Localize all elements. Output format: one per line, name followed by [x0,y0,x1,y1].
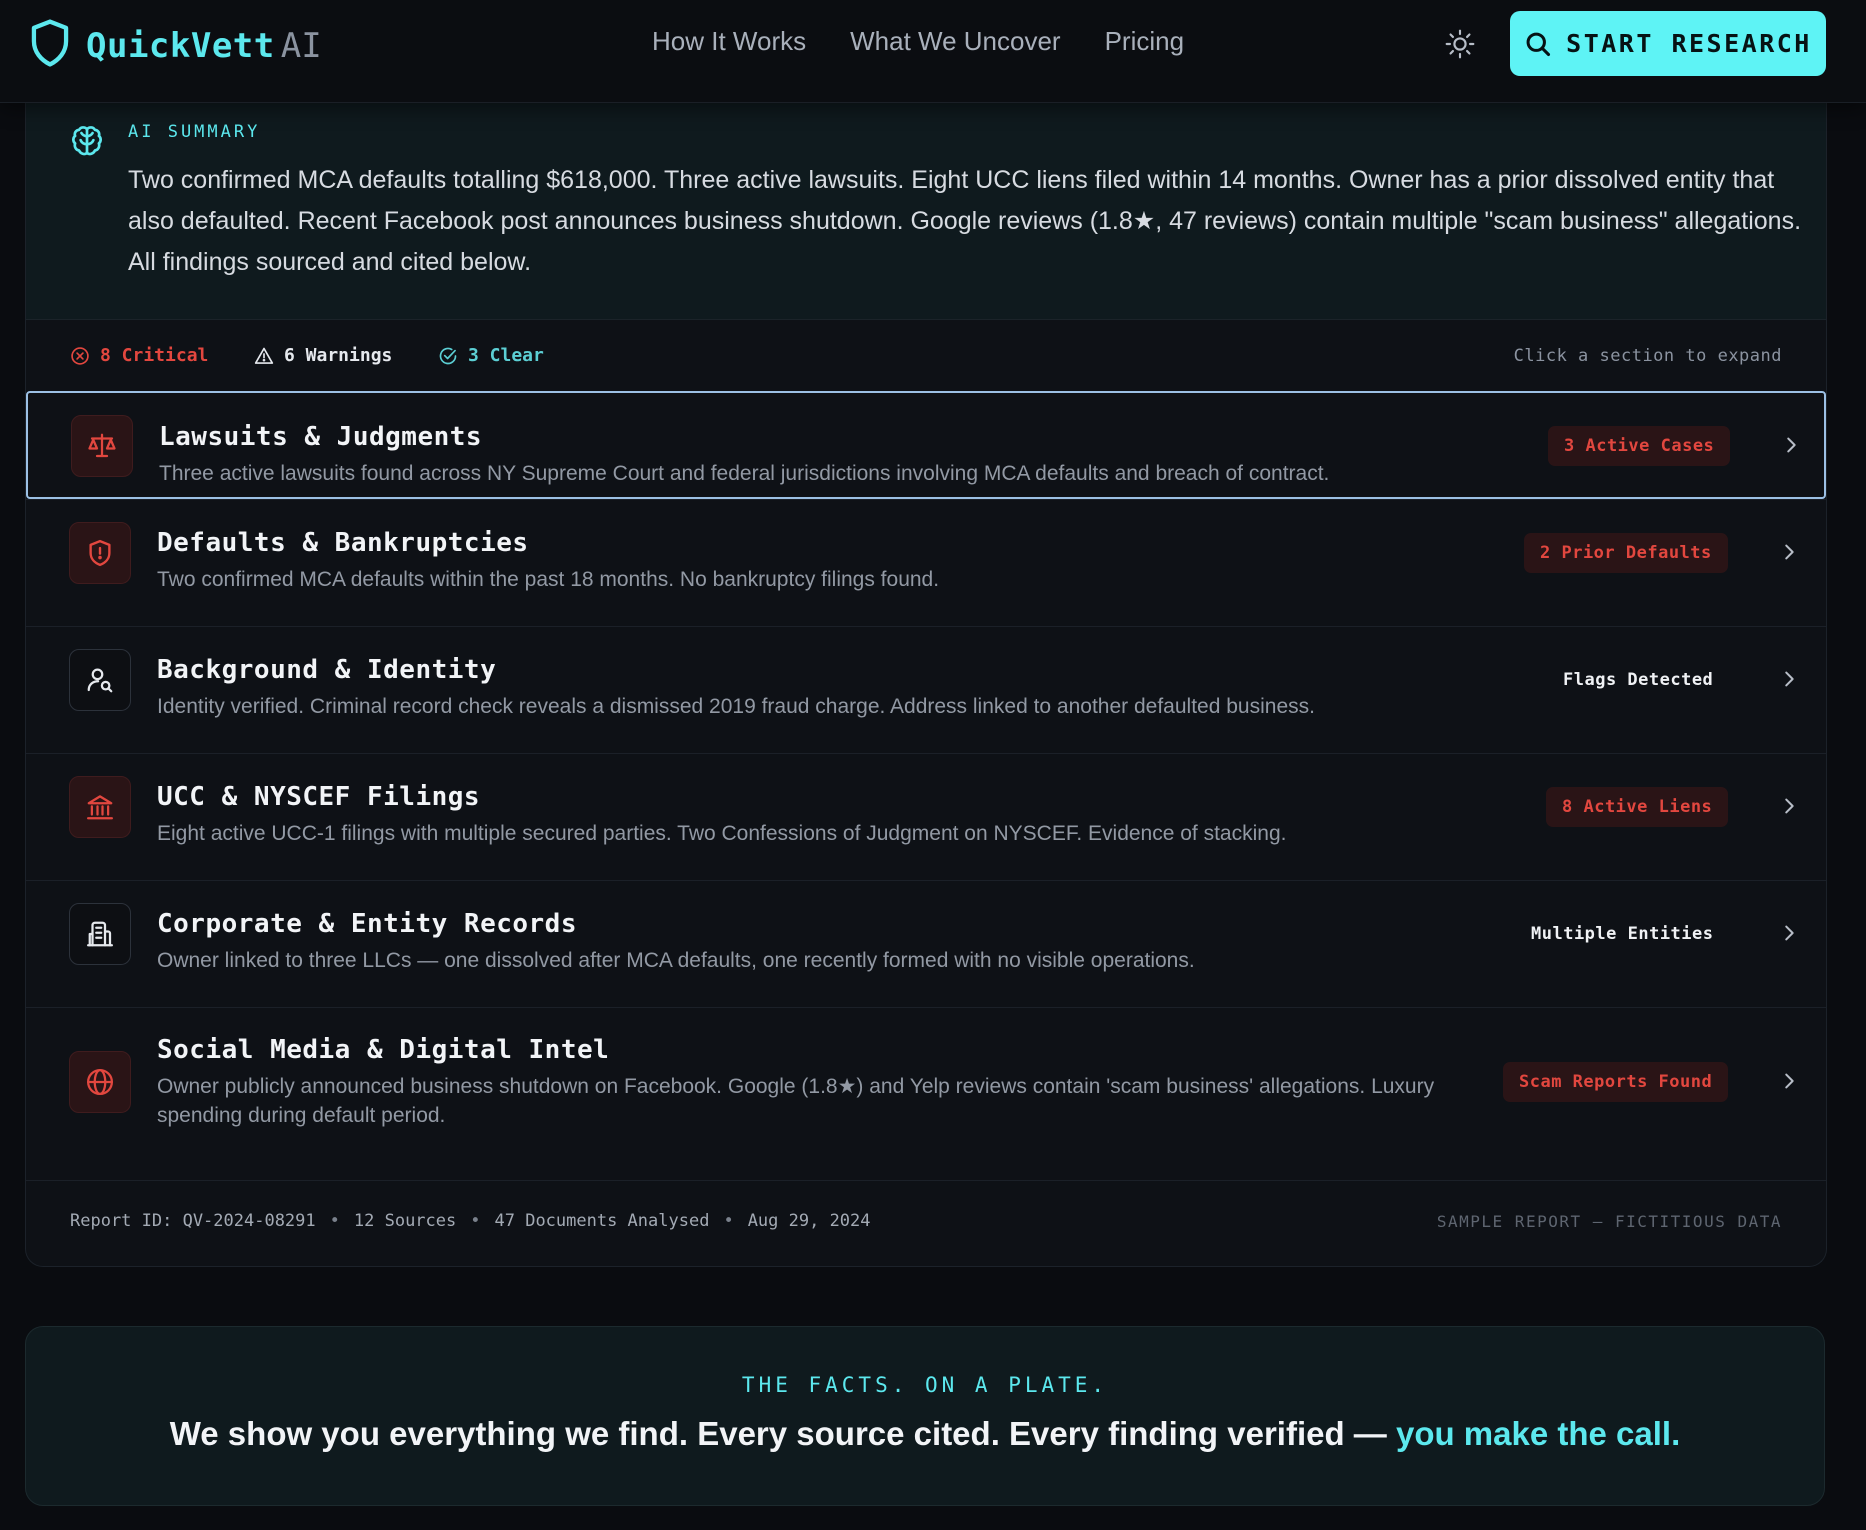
section-description: Two confirmed MCA defaults within the pa… [157,568,940,591]
scales-icon [88,433,116,458]
sources-count: 12 Sources [353,1211,457,1231]
chevron-right-icon [1785,671,1794,687]
section-icon-box [69,776,131,838]
section-badge: 8 Active Liens [1546,787,1729,827]
section-title: Social Media & Digital Intel [157,1035,610,1065]
chevron-right-icon [1787,437,1796,453]
building-icon [87,921,113,947]
section-icon-box [69,522,131,584]
clear-count[interactable]: 3 Clear [438,345,544,366]
chevron-right-icon [1785,1073,1794,1089]
section-title: UCC & NYSCEF Filings [157,782,481,812]
report-id: Report ID: QV-2024-08291 [70,1211,316,1231]
chevron-right-icon [1785,925,1794,941]
report-meta: Report ID: QV-2024-08291 • 12 Sources • … [70,1211,871,1231]
ai-summary: AI SUMMARY Two confirmed MCA defaults to… [26,102,1826,320]
brain-icon [72,126,102,156]
meta-separator: • [723,1211,734,1231]
section-lawsuits-judgments[interactable]: Lawsuits & Judgments Three active lawsui… [26,391,1826,499]
section-icon-box [69,1051,131,1113]
nav-how-it-works[interactable]: How It Works [652,26,806,57]
section-description: Owner linked to three LLCs — one dissolv… [157,949,1195,972]
section-icon-box [69,903,131,965]
nav-pricing[interactable]: Pricing [1105,26,1184,57]
section-icon-box [71,415,133,477]
section-description: Three active lawsuits found across NY Su… [159,462,1330,485]
search-icon [1526,32,1551,56]
findings-status-bar: 8 Critical 6 Warnings 3 Clear Click a se… [26,319,1826,391]
brand-logo[interactable]: QuickVett AI [28,18,322,73]
start-research-label: START RESEARCH [1566,29,1812,58]
facts-text: We show you everything we find. Every so… [169,1415,1396,1452]
bank-icon [87,795,113,820]
shield-icon [28,18,72,73]
expand-hint: Click a section to expand [1513,346,1782,366]
documents-count: 47 Documents Analysed [494,1211,710,1231]
section-title: Lawsuits & Judgments [159,422,483,452]
meta-separator: • [329,1211,340,1231]
sample-disclaimer: SAMPLE REPORT — FICTITIOUS DATA [1436,1212,1782,1231]
theme-toggle-button[interactable] [1444,28,1476,60]
section-badge: Flags Detected [1563,670,1714,690]
warning-triangle-icon [254,347,274,364]
brand-suffix: AI [280,25,322,66]
sun-icon [1445,29,1475,59]
ai-summary-text: Two confirmed MCA defaults totalling $61… [128,166,1802,276]
main-nav: How It Works What We Uncover Pricing [652,26,1184,57]
report-card: AI SUMMARY Two confirmed MCA defaults to… [25,102,1827,1267]
section-badge: 3 Active Cases [1548,426,1731,466]
warnings-count[interactable]: 6 Warnings [254,345,392,366]
section-icon-box [69,649,131,711]
shield-alert-icon [89,539,111,567]
globe-icon [87,1069,113,1095]
facts-accent: you make the call. [1395,1415,1681,1452]
ai-summary-label: AI SUMMARY [128,122,261,142]
section-badge: Multiple Entities [1531,924,1714,944]
x-circle-icon [71,346,89,365]
section-social-media-digital-intel[interactable]: Social Media & Digital Intel Owner publi… [26,1007,1826,1163]
section-title: Background & Identity [157,655,497,685]
section-badge: Scam Reports Found [1503,1062,1729,1102]
critical-count-label: 8 Critical [100,345,209,366]
section-background-identity[interactable]: Background & Identity Identity verified.… [26,626,1826,754]
facts-banner: THE FACTS. ON A PLATE. We show you every… [25,1326,1825,1506]
section-title: Defaults & Bankruptcies [157,528,529,558]
critical-count[interactable]: 8 Critical [70,345,208,366]
report-date: Aug 29, 2024 [747,1211,871,1231]
facts-statement: We show you everything we find. Every so… [26,1415,1824,1453]
section-defaults-bankruptcies[interactable]: Defaults & Bankruptcies Two confirmed MC… [26,499,1826,627]
section-description: Identity verified. Criminal record check… [157,695,1315,718]
section-badge: 2 Prior Defaults [1524,533,1728,573]
chevron-right-icon [1785,798,1794,814]
facts-label: THE FACTS. ON A PLATE. [741,1373,1109,1397]
warnings-count-label: 6 Warnings [284,345,393,366]
section-description: Eight active UCC-1 filings with multiple… [157,822,1287,845]
section-ucc-nyscef-filings[interactable]: UCC & NYSCEF Filings Eight active UCC-1 … [26,753,1826,881]
top-navbar: QuickVett AI How It Works What We Uncove… [0,0,1866,103]
brand-name: QuickVett [86,25,275,66]
chevron-right-icon [1785,544,1794,560]
report-footer: Report ID: QV-2024-08291 • 12 Sources • … [26,1180,1826,1267]
nav-what-we-uncover[interactable]: What We Uncover [850,26,1060,57]
check-circle-icon [439,347,457,364]
clear-count-label: 3 Clear [468,345,544,366]
start-research-button[interactable]: START RESEARCH [1510,11,1826,76]
section-title: Corporate & Entity Records [157,909,577,939]
user-search-icon [87,668,113,693]
section-description: Owner publicly announced business shutdo… [157,1075,1435,1127]
meta-separator: • [470,1211,481,1231]
section-corporate-entity-records[interactable]: Corporate & Entity Records Owner linked … [26,880,1826,1008]
